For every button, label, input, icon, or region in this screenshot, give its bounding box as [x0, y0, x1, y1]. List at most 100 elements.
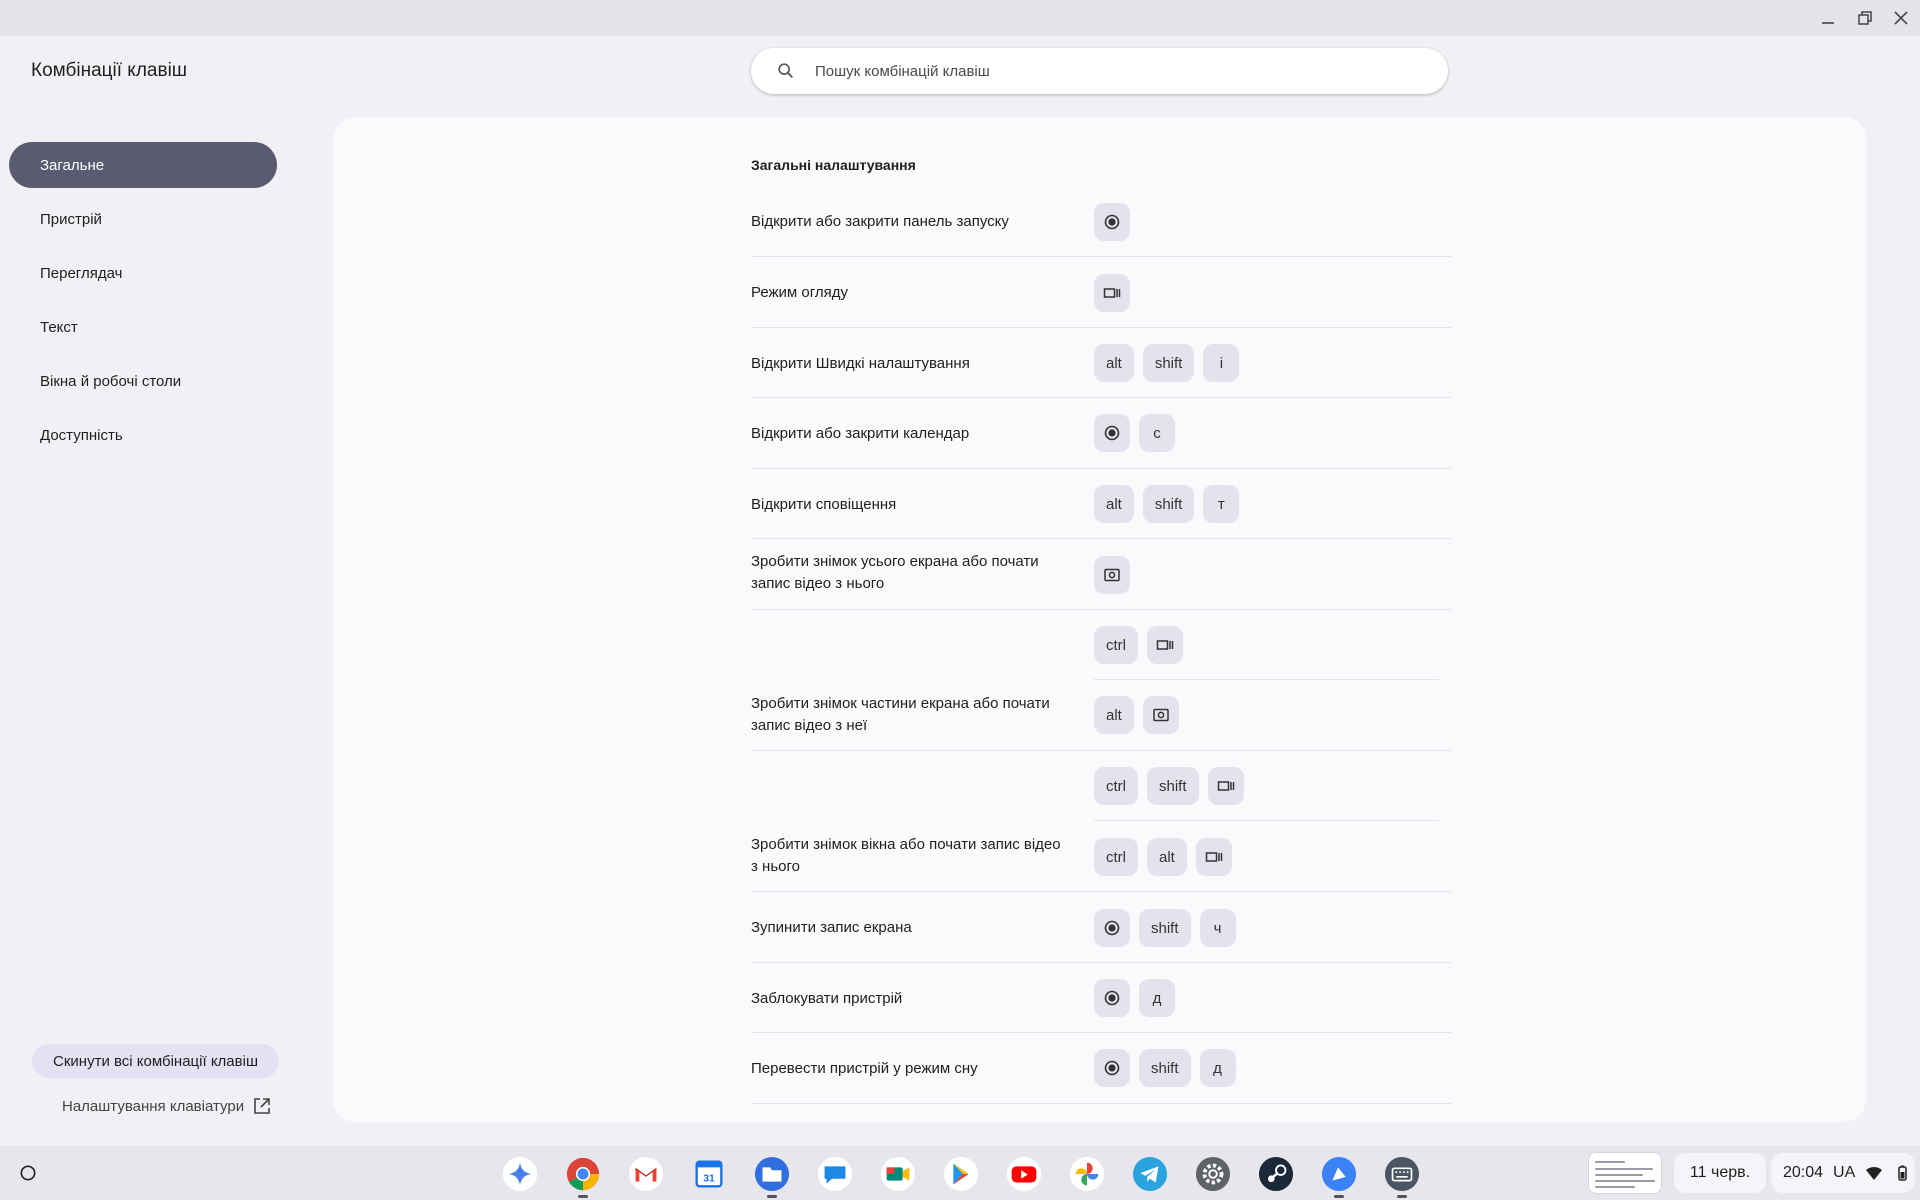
- running-indicator: [767, 1195, 777, 1198]
- key-cap: shift: [1139, 909, 1191, 947]
- key-cap: ctrl: [1094, 767, 1138, 805]
- shortcut-row[interactable]: Зробити знімок усього екрана або почати …: [751, 539, 1451, 610]
- shortcut-row[interactable]: Відкрити або закрити календар c: [751, 398, 1451, 469]
- key-cap: shift: [1142, 344, 1195, 382]
- shortcut-row[interactable]: Відкрити або закрити панель запуску: [751, 186, 1451, 257]
- key-cap: alt: [1094, 344, 1134, 382]
- chrome-icon[interactable]: [564, 1155, 602, 1193]
- shortcut-keys: shift ч: [1094, 909, 1236, 947]
- meet-icon[interactable]: [879, 1155, 917, 1193]
- key-cap: ч: [1199, 909, 1236, 947]
- running-indicator: [1397, 1195, 1407, 1198]
- sidebar-item[interactable]: Вікна й робочі столи: [9, 358, 277, 404]
- calendar-icon[interactable]: 31: [690, 1155, 728, 1193]
- key-cap: alt: [1094, 696, 1134, 734]
- shortcut-label: Відкрити Швидкі налаштування: [751, 355, 970, 372]
- shortcut-row[interactable]: Відкрити Швидкі налаштування alt shift i: [751, 328, 1451, 398]
- key-cap: c: [1139, 414, 1175, 452]
- sidebar-item[interactable]: Переглядач: [9, 250, 277, 296]
- keyboard-settings-label: Налаштування клавіатури: [62, 1097, 245, 1115]
- shortcut-keys: alt: [1094, 696, 1179, 734]
- search-icon: [775, 60, 797, 82]
- shortcut-label: Зробити знімок вікна або почати запис ві…: [751, 836, 1061, 875]
- status-tray[interactable]: 20:04 UA: [1771, 1153, 1915, 1193]
- sidebar-item-label: Загальне: [40, 156, 105, 174]
- settings-icon[interactable]: [1194, 1155, 1232, 1193]
- key-cap: alt: [1094, 485, 1134, 523]
- shortcut-row[interactable]: Перевести пристрій у режим сну shift д: [751, 1033, 1451, 1104]
- time-text: 20:04: [1783, 1164, 1824, 1181]
- shortcut-alt-combo-row[interactable]: ctrl shift: [1094, 751, 1439, 821]
- play-store-icon[interactable]: [942, 1155, 980, 1193]
- steam-icon[interactable]: [1257, 1155, 1295, 1193]
- shortcut-row[interactable]: Відкрити сповіщення alt shift т: [751, 469, 1451, 539]
- shortcut-label: Заблокувати пристрій: [751, 990, 903, 1007]
- shortcut-row[interactable]: Режим огляду: [751, 257, 1451, 328]
- sidebar-item[interactable]: Доступність: [9, 412, 277, 458]
- sidebar-item-label: Текст: [40, 318, 78, 336]
- gemini-icon[interactable]: [501, 1155, 539, 1193]
- sidebar-item[interactable]: Загальне: [9, 142, 277, 188]
- youtube-icon[interactable]: [1005, 1155, 1043, 1193]
- gmail-icon[interactable]: [627, 1155, 665, 1193]
- shortcut-keys: д: [1094, 979, 1175, 1017]
- search-input[interactable]: [815, 62, 1375, 80]
- launcher-icon[interactable]: [14, 1159, 42, 1187]
- shortcut-row[interactable]: Зробити знімок вікна або почати запис ві…: [751, 821, 1451, 892]
- shelf: 31 11 черв. 20:04 UA: [0, 1146, 1920, 1200]
- shortcut-keys: c: [1094, 414, 1175, 452]
- launcher-icon: [1094, 979, 1130, 1017]
- shortcut-keys: alt shift i: [1094, 344, 1240, 382]
- shortcut-keys: [1094, 274, 1130, 312]
- shortcut-keys: [1094, 203, 1130, 241]
- shortcut-label: Відкрити сповіщення: [751, 496, 897, 513]
- shortcut-label: Відкрити або закрити панель запуску: [751, 213, 1009, 230]
- close-icon[interactable]: [1887, 4, 1915, 32]
- shortcut-label: Перевести пристрій у режим сну: [751, 1060, 978, 1077]
- shortcut-label: Зупинити запис екрана: [751, 919, 912, 936]
- open-external-icon: [254, 1098, 270, 1114]
- telegram-icon[interactable]: [1131, 1155, 1169, 1193]
- key-cap: д: [1199, 1049, 1236, 1087]
- app-title: Комбінації клавіш: [31, 60, 188, 81]
- sidebar-item-label: Переглядач: [40, 264, 123, 282]
- shortcut-keys: ctrl shift: [1094, 767, 1244, 805]
- shortcuts-panel: Загальні налаштування Відкрити або закри…: [333, 117, 1866, 1122]
- web-app-icon[interactable]: [1320, 1155, 1358, 1193]
- restore-icon[interactable]: [1851, 4, 1879, 32]
- sidebar-item-label: Вікна й робочі столи: [40, 372, 182, 390]
- screenshot-icon: [1142, 696, 1179, 734]
- shortcut-keys: shift д: [1094, 1049, 1236, 1087]
- chat-icon[interactable]: [816, 1155, 854, 1193]
- calendar-day-text: 31: [703, 1174, 715, 1185]
- running-indicator: [1334, 1195, 1344, 1198]
- reset-all-shortcuts-label: Скинути всі комбінації клавіш: [53, 1052, 258, 1070]
- shortcut-label: Зробити знімок усього екрана або почати …: [751, 553, 1039, 592]
- screenshot-icon: [1094, 556, 1130, 594]
- sidebar-item-label: Доступність: [40, 426, 123, 444]
- reset-all-shortcuts-button[interactable]: Скинути всі комбінації клавіш: [32, 1044, 279, 1078]
- shortcut-row[interactable]: Зробити знімок частини екрана або почати…: [751, 680, 1451, 751]
- shortcut-alt-combo-row[interactable]: ctrl: [1094, 610, 1439, 680]
- shortcut-keys: [1094, 556, 1130, 594]
- key-cap: alt: [1147, 838, 1187, 876]
- minimize-icon[interactable]: [1814, 4, 1842, 32]
- key-cap: shift: [1139, 1049, 1191, 1087]
- key-cap: shift: [1142, 485, 1195, 523]
- sidebar-item[interactable]: Пристрій: [9, 196, 277, 242]
- wifi-icon: [1866, 1166, 1883, 1180]
- holding-space-thumbnail[interactable]: [1588, 1152, 1662, 1194]
- shortcut-row[interactable]: Зупинити запис екрана shift ч: [751, 892, 1451, 963]
- key-cap: д: [1139, 979, 1175, 1017]
- sidebar-item[interactable]: Текст: [9, 304, 277, 350]
- search-bar[interactable]: [751, 48, 1448, 94]
- date-tray[interactable]: 11 черв.: [1674, 1153, 1766, 1193]
- section-title: Загальні налаштування: [751, 157, 916, 173]
- battery-icon: [1898, 1165, 1908, 1181]
- key-cap: ctrl: [1094, 626, 1138, 664]
- shortcut-row[interactable]: Заблокувати пристрій д: [751, 963, 1451, 1033]
- keyboard-settings-link[interactable]: Налаштування клавіатури: [62, 1096, 272, 1116]
- shortcuts-app-icon[interactable]: [1383, 1155, 1421, 1193]
- photos-icon[interactable]: [1068, 1155, 1106, 1193]
- files-icon[interactable]: [753, 1155, 791, 1193]
